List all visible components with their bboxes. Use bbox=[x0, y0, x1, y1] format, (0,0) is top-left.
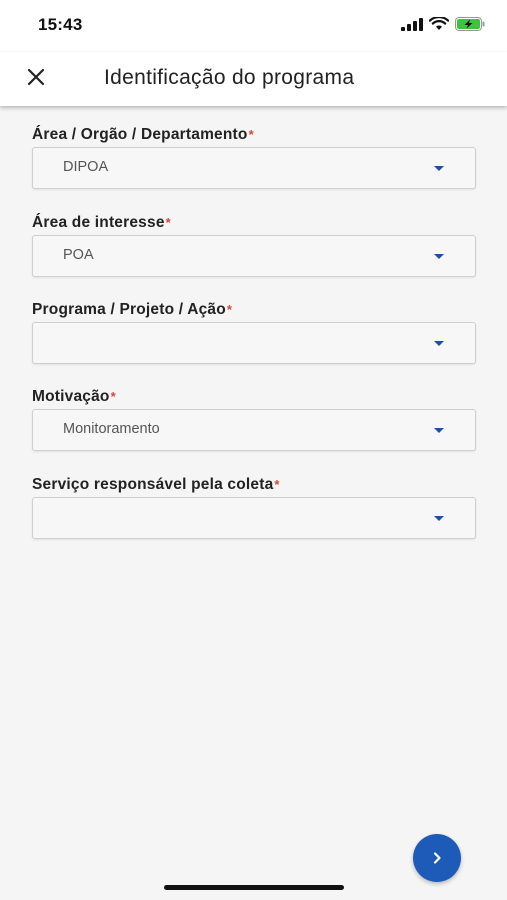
select-value: DIPOA bbox=[63, 159, 109, 175]
chevron-right-icon bbox=[433, 852, 441, 864]
required-marker: * bbox=[165, 215, 171, 230]
field-area-de-interesse: Área de interesse* POA bbox=[32, 212, 476, 277]
page-title: Identificação do programa bbox=[104, 66, 355, 89]
programa-projeto-acao-select[interactable] bbox=[32, 322, 476, 364]
area-orgao-departamento-select[interactable]: DIPOA bbox=[32, 147, 476, 189]
status-time: 15:43 bbox=[38, 15, 83, 34]
select-value: POA bbox=[63, 247, 94, 263]
wifi-icon bbox=[429, 17, 449, 30]
chevron-down-icon bbox=[434, 166, 444, 171]
select-value: Monitoramento bbox=[63, 421, 160, 437]
next-button[interactable] bbox=[413, 834, 461, 882]
battery-charging-icon bbox=[455, 17, 485, 31]
field-label: Área / Orgão / Departamento* bbox=[32, 126, 254, 143]
servico-responsavel-select[interactable] bbox=[32, 497, 476, 539]
field-motivacao: Motivação* Monitoramento bbox=[32, 386, 476, 451]
home-indicator bbox=[164, 885, 344, 890]
status-icons bbox=[401, 17, 485, 31]
field-programa-projeto-acao: Programa / Projeto / Ação* bbox=[32, 299, 476, 364]
app-header: Identificação do programa bbox=[0, 52, 507, 106]
chevron-down-icon bbox=[434, 341, 444, 346]
field-servico-responsavel: Serviço responsável pela coleta* bbox=[32, 474, 476, 539]
field-label: Serviço responsável pela coleta* bbox=[32, 476, 280, 493]
close-icon[interactable] bbox=[24, 65, 48, 89]
required-marker: * bbox=[274, 477, 280, 492]
signal-icon bbox=[401, 17, 423, 31]
field-label: Motivação* bbox=[32, 388, 116, 405]
status-bar: 15:43 bbox=[0, 0, 507, 52]
chevron-down-icon bbox=[434, 516, 444, 521]
required-marker: * bbox=[110, 389, 116, 404]
field-label: Programa / Projeto / Ação* bbox=[32, 301, 233, 318]
required-marker: * bbox=[226, 302, 233, 317]
field-label: Área de interesse* bbox=[32, 214, 171, 231]
chevron-down-icon bbox=[434, 254, 444, 259]
required-marker: * bbox=[248, 127, 254, 142]
motivacao-select[interactable]: Monitoramento bbox=[32, 409, 476, 451]
chevron-down-icon bbox=[434, 428, 444, 433]
field-area-orgao-departamento: Área / Orgão / Departamento* DIPOA bbox=[32, 124, 476, 189]
area-de-interesse-select[interactable]: POA bbox=[32, 235, 476, 277]
